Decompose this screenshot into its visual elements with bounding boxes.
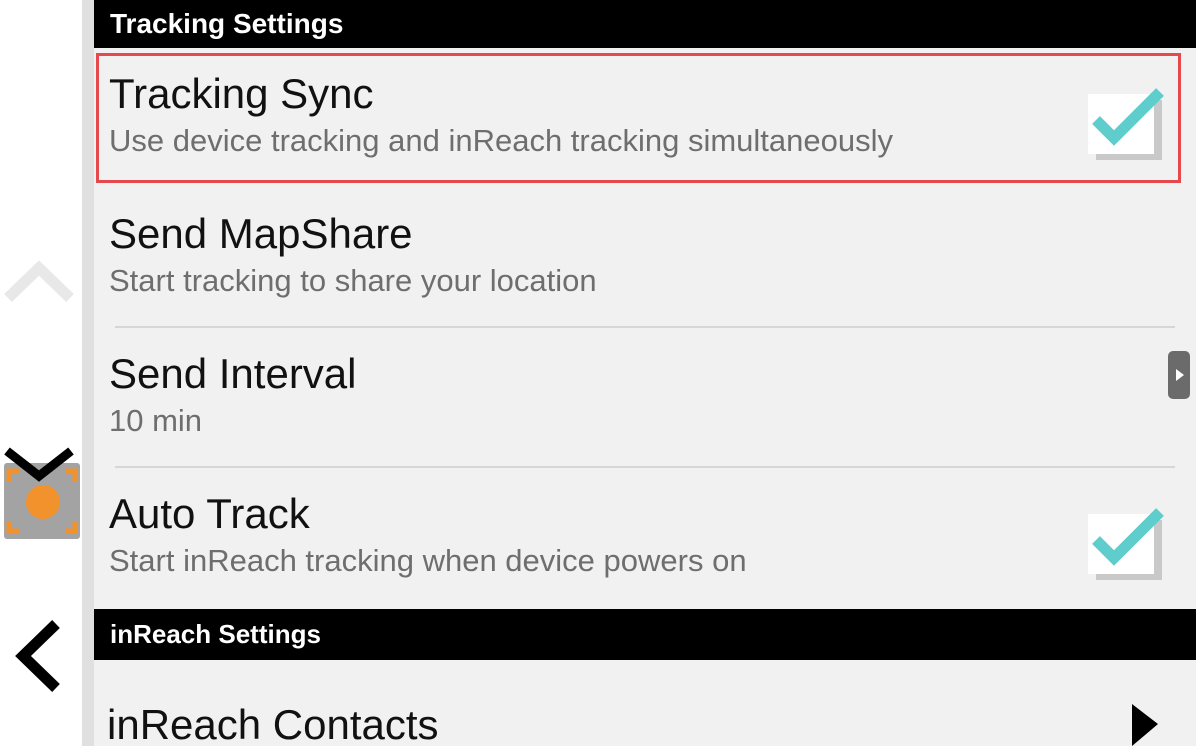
checkbox-checked-icon[interactable] [1088,506,1170,582]
setting-row-inreach-contacts[interactable]: inReach Contacts [94,660,1196,746]
chevron-right-icon [1132,704,1158,746]
tracking-settings-header: Tracking Settings [94,0,1196,48]
setting-subtitle: 10 min [109,403,203,438]
back-icon[interactable] [0,616,82,696]
setting-title: inReach Contacts [107,701,439,746]
setting-row-send-mapshare[interactable]: Send MapShare Start tracking to share yo… [94,188,1196,328]
setting-title: Send Interval [109,350,357,397]
selection-highlight [96,53,1181,183]
setting-row-auto-track[interactable]: Auto Track Start inReach tracking when d… [94,468,1196,608]
setting-title: Send MapShare [109,210,413,257]
settings-panel: Tracking Settings Tracking Sync Use devi… [94,0,1196,746]
scroll-handle[interactable] [1168,351,1190,399]
setting-title: Auto Track [109,490,310,537]
setting-subtitle: Start tracking to share your location [109,263,597,298]
setting-subtitle: Start inReach tracking when device power… [109,543,747,578]
left-rail [0,0,82,746]
scroll-arrow-icon [1176,369,1184,381]
inreach-settings-header: inReach Settings [94,609,1196,660]
locate-me-icon[interactable] [2,446,82,542]
scroll-up-icon[interactable] [0,252,82,312]
rail-divider [82,0,94,746]
setting-row-send-interval[interactable]: Send Interval 10 min [94,328,1196,468]
